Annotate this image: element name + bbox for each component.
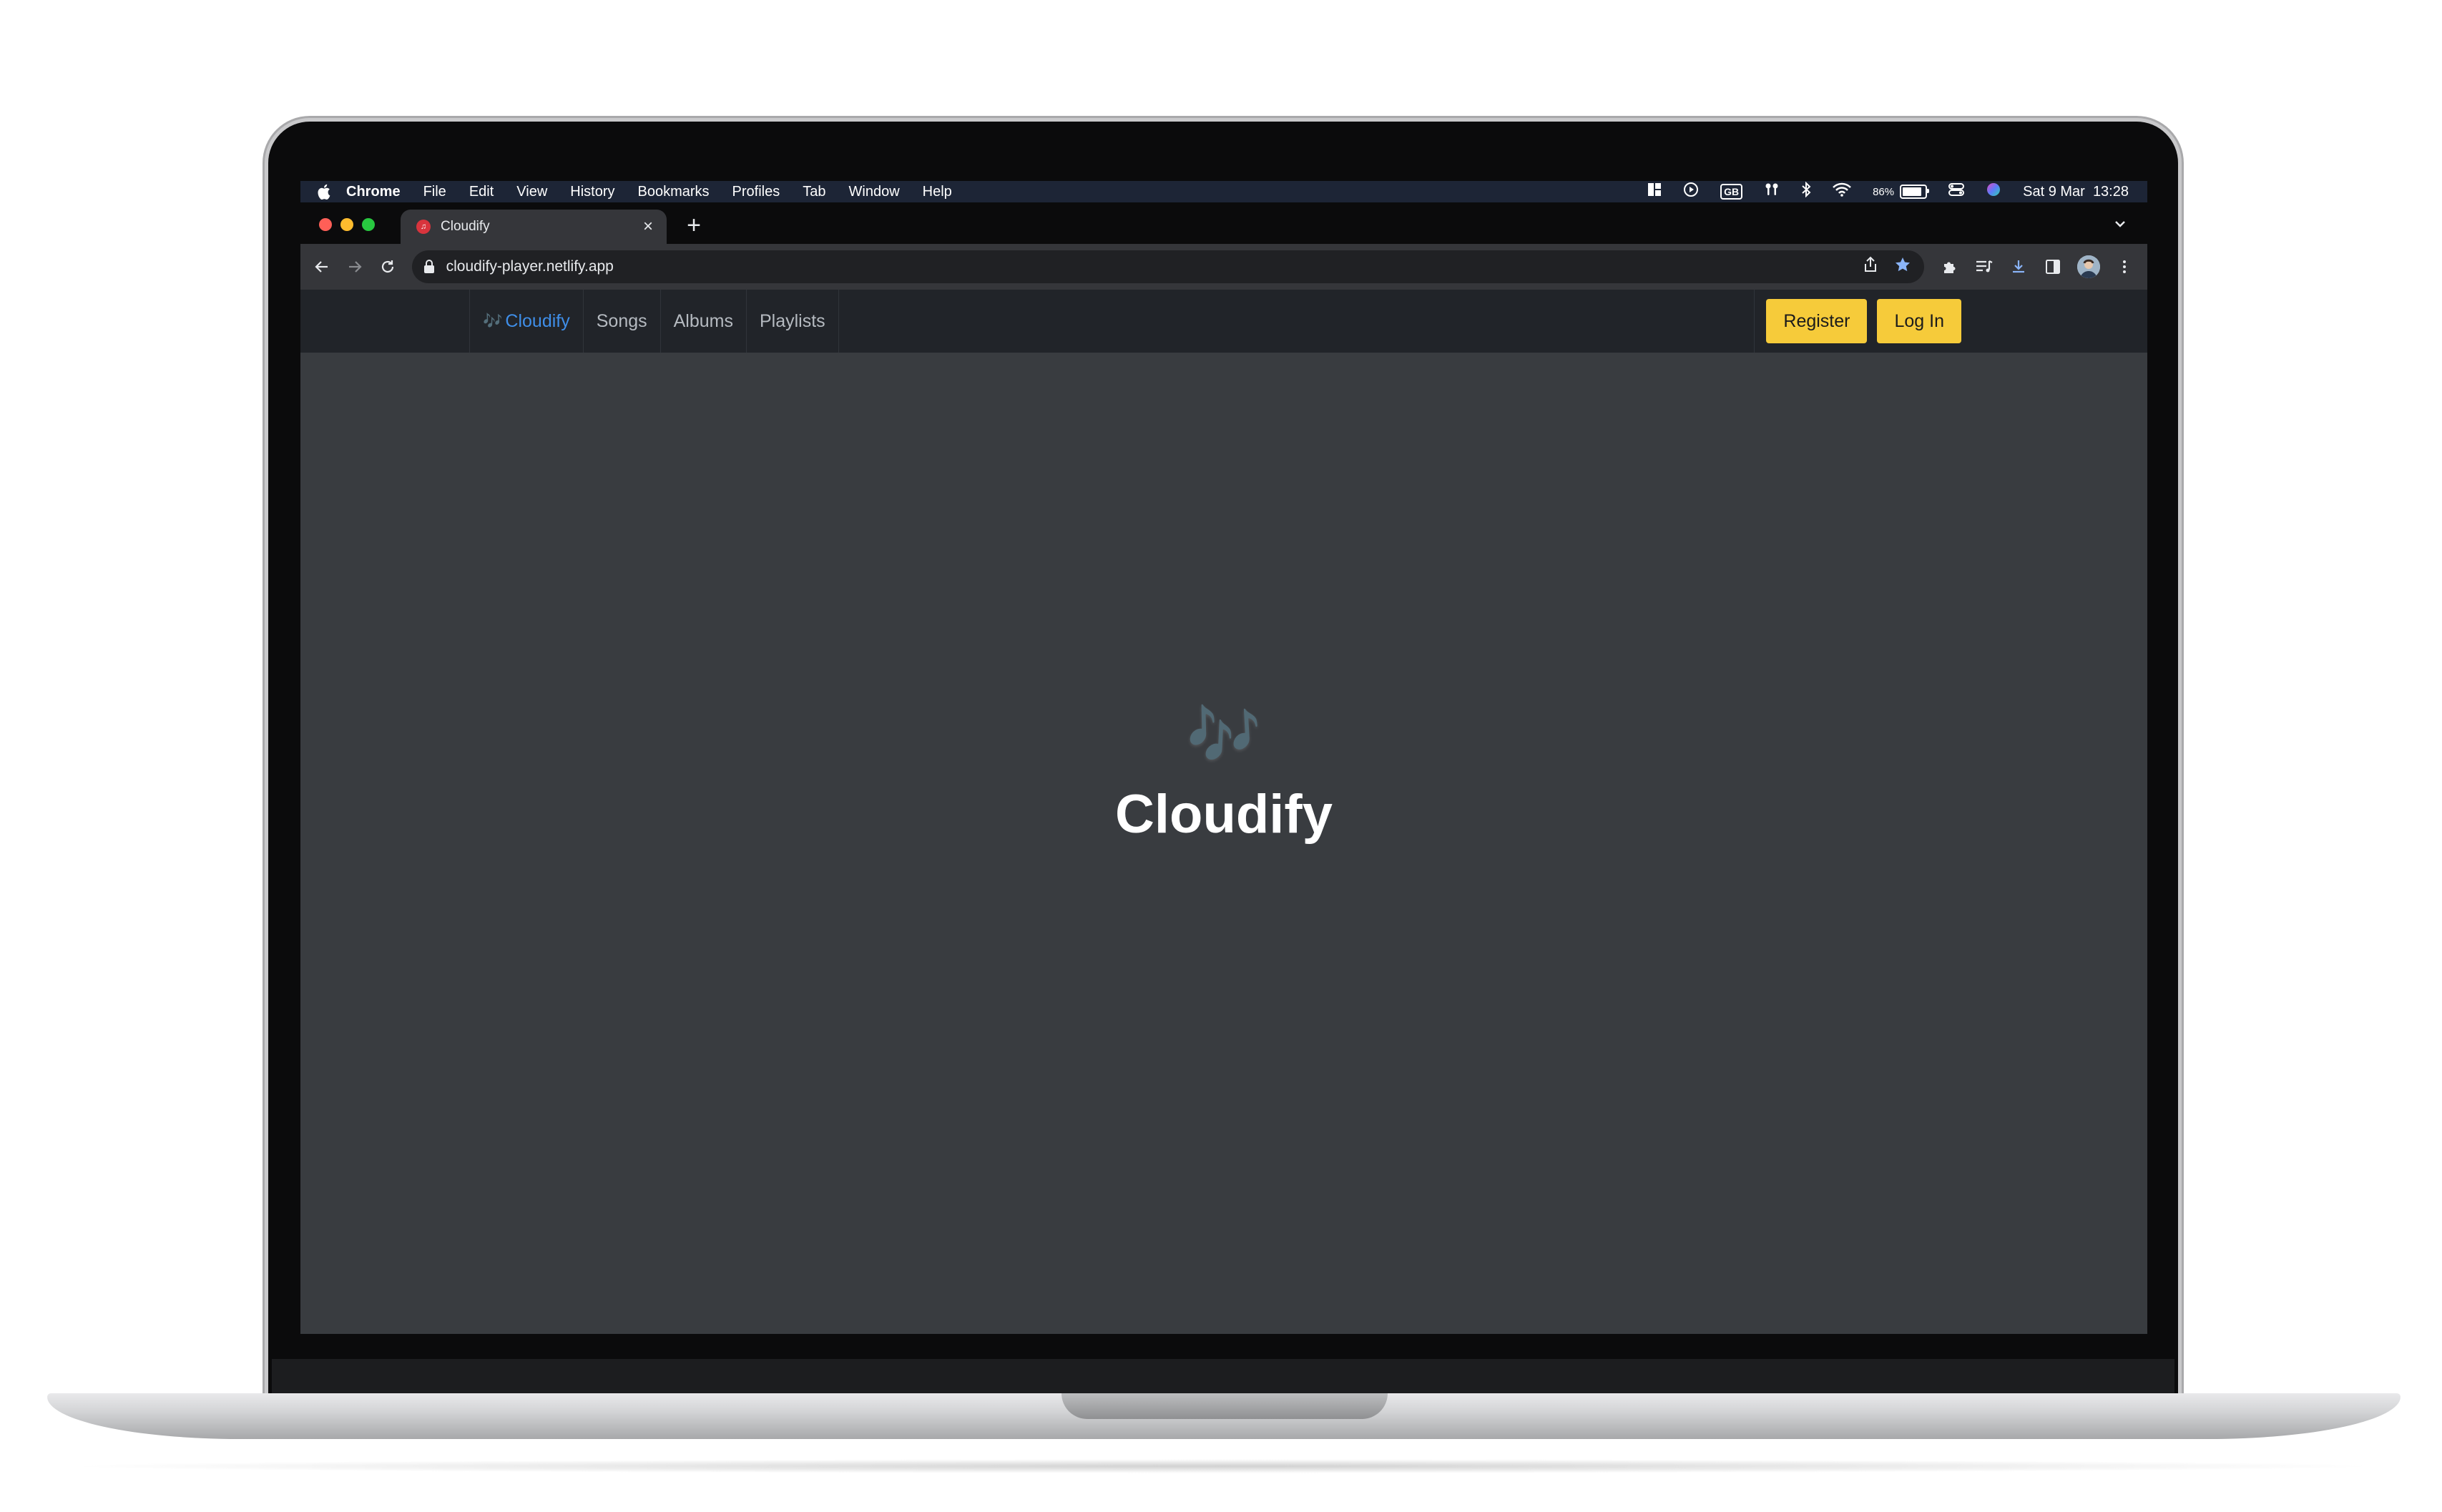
side-panel-icon[interactable]	[2043, 257, 2063, 277]
media-queue-icon[interactable]	[1974, 257, 1994, 277]
browser-tab-strip: ♫ Cloudify × +	[300, 202, 2147, 244]
window-close-button[interactable]	[319, 218, 332, 231]
airpods-icon[interactable]	[1764, 182, 1780, 202]
back-arrow-icon[interactable]	[308, 252, 336, 281]
control-center-icon[interactable]	[1948, 182, 1965, 201]
menu-view[interactable]: View	[516, 184, 547, 200]
address-bar-actions	[1863, 256, 1911, 278]
battery-status[interactable]: 86%	[1873, 185, 1930, 199]
url-text[interactable]: cloudify-player.netlify.app	[446, 258, 1863, 275]
apple-icon[interactable]	[316, 183, 332, 200]
site-navbar: 🎶 Cloudify Songs Albums Playlists Regist…	[300, 290, 2147, 353]
reload-icon[interactable]	[373, 252, 402, 281]
laptop-opening-notch	[1061, 1393, 1388, 1419]
auth-buttons: Register Log In	[1754, 290, 1961, 353]
webpage: 🎶 Cloudify Songs Albums Playlists Regist…	[300, 290, 2147, 1334]
menu-status-area: GB 86% Sat 9 Mar 13:28	[1647, 181, 2129, 202]
register-button[interactable]: Register	[1766, 299, 1868, 343]
browser-tab[interactable]: ♫ Cloudify ×	[401, 210, 667, 244]
tab-close-icon[interactable]: ×	[639, 217, 657, 236]
macos-menu-bar: Chrome File Edit View History Bookmarks …	[300, 181, 2147, 202]
download-icon[interactable]	[2009, 257, 2029, 277]
menu-help[interactable]: Help	[923, 184, 952, 200]
tab-title: Cloudify	[441, 219, 490, 234]
siri-icon[interactable]	[1986, 182, 2001, 202]
menu-profiles[interactable]: Profiles	[732, 184, 780, 200]
share-icon[interactable]	[1863, 256, 1878, 278]
nav-songs[interactable]: Songs	[582, 290, 660, 353]
menu-app-name[interactable]: Chrome	[346, 184, 401, 200]
brand-link[interactable]: 🎶 Cloudify	[469, 290, 583, 353]
profile-avatar[interactable]	[2077, 255, 2100, 278]
nav-albums[interactable]: Albums	[659, 290, 746, 353]
extension-icons	[1940, 255, 2147, 278]
nav-playlists[interactable]: Playlists	[746, 290, 839, 353]
wifi-icon[interactable]	[1833, 182, 1851, 201]
laptop-screen: Chrome File Edit View History Bookmarks …	[300, 181, 2147, 1334]
new-tab-icon[interactable]: +	[681, 212, 707, 239]
bookmark-star-icon[interactable]	[1894, 256, 1911, 278]
menu-bookmarks[interactable]: Bookmarks	[638, 184, 710, 200]
menu-history[interactable]: History	[570, 184, 614, 200]
laptop-shadow	[57, 1459, 2389, 1473]
cloudify-favicon-icon: ♫	[416, 220, 431, 234]
window-layout-icon[interactable]	[1647, 182, 1662, 201]
play-circle-icon[interactable]	[1683, 182, 1699, 202]
site-nav-links: 🎶 Cloudify Songs Albums Playlists	[469, 290, 839, 353]
menu-clock[interactable]: Sat 9 Mar 13:28	[2023, 184, 2129, 200]
tab-search-chevron-icon[interactable]	[2110, 214, 2130, 234]
hero-section: 🎶 Cloudify	[300, 705, 2147, 845]
hero-title: Cloudify	[1115, 784, 1333, 845]
forward-arrow-icon[interactable]	[340, 252, 369, 281]
keyboard-layout-indicator[interactable]: GB	[1720, 184, 1743, 200]
music-notes-icon: 🎶	[483, 312, 503, 330]
battery-percent: 86%	[1873, 185, 1895, 198]
laptop-bezel	[272, 1359, 2174, 1395]
login-button[interactable]: Log In	[1877, 299, 1961, 343]
window-minimize-button[interactable]	[340, 218, 353, 231]
window-maximize-button[interactable]	[362, 218, 375, 231]
brand-name: Cloudify	[505, 310, 570, 331]
puzzle-extensions-icon[interactable]	[1940, 257, 1960, 277]
bluetooth-icon[interactable]	[1801, 181, 1811, 202]
menu-edit[interactable]: Edit	[469, 184, 494, 200]
chrome-menu-kebab-icon[interactable]	[2114, 257, 2134, 277]
menu-tab[interactable]: Tab	[803, 184, 825, 200]
menu-window[interactable]: Window	[849, 184, 900, 200]
battery-icon	[1900, 185, 1930, 199]
address-bar[interactable]: cloudify-player.netlify.app	[411, 250, 1924, 283]
menu-file[interactable]: File	[423, 184, 446, 200]
music-notes-icon: 🎶	[1186, 701, 1262, 768]
battery-level-fill	[1903, 187, 1921, 196]
browser-toolbar: cloudify-player.netlify.app	[300, 244, 2147, 290]
lock-icon[interactable]	[423, 259, 436, 275]
